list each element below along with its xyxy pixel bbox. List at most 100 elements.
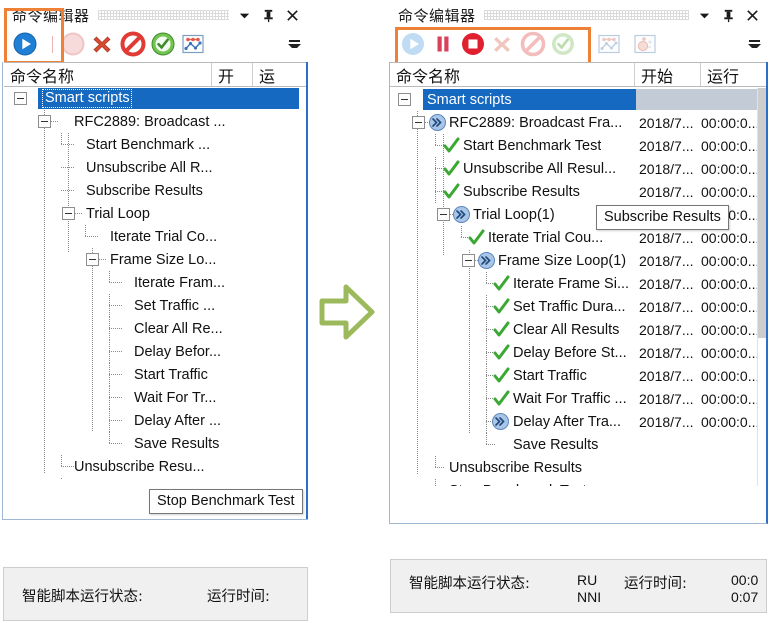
tree-connector [109,386,110,409]
results-button[interactable] [630,29,660,59]
cell-run-time: 00:00:0... [701,414,760,430]
cell-start-time: 2018/7... [639,322,694,338]
dropdown-icon[interactable] [697,8,712,23]
table-row[interactable]: Subscribe Results [5,179,299,202]
toolbar-overflow-button[interactable] [748,40,768,48]
table-row[interactable]: Wait For Traffic ... 2018/7... 00:00:0..… [391,387,766,410]
tree-item-label: Save Results [134,435,220,452]
pause-button[interactable] [428,29,458,59]
column-header-start-time[interactable]: 开 [212,63,253,86]
table-row[interactable]: Frame Size Lo... [5,248,299,271]
column-header-command-name[interactable]: 命令名称 [4,63,212,86]
delete-button[interactable] [88,29,118,59]
dropdown-icon[interactable] [237,8,252,23]
tree-item-label: Iterate Frame Si... [513,275,630,292]
table-row[interactable]: Save Results [391,433,766,456]
table-row[interactable]: Unsubscribe Resu... [5,455,299,478]
table-row[interactable]: Unsubscribe All Resul... 2018/7... 00:00… [391,157,766,180]
expander-icon[interactable] [412,116,425,129]
column-header-run-time[interactable]: 运行 [701,63,768,86]
table-row[interactable]: Stop Benchmark ... [5,478,299,479]
table-row[interactable]: Smart scripts [5,87,299,110]
toolbar-overflow-button[interactable] [288,40,308,48]
table-row[interactable]: Iterate Fram... [5,271,299,294]
table-row[interactable]: Start Traffic 2018/7... 00:00:0... [391,364,766,387]
left-panel-bottom-edge [2,519,308,520]
table-row[interactable]: RFC2889: Broadcast ... [5,110,299,133]
expander-icon[interactable] [14,92,27,105]
table-row[interactable]: Iterate Frame Si... 2018/7... 00:00:0... [391,272,766,295]
tree-connector [461,226,462,238]
expander-icon[interactable] [398,93,411,106]
table-row[interactable]: Unsubscribe Results [391,456,766,479]
column-header-start-time[interactable]: 开始 [635,63,701,86]
tree-item-label: Save Results [513,436,599,453]
close-icon[interactable] [745,8,760,23]
close-icon[interactable] [285,8,300,23]
expander-icon[interactable] [38,115,51,128]
tree-connector [486,444,496,445]
table-row[interactable]: Clear All Re... [5,317,299,340]
tree-item-label: Delay Befor... [134,343,222,360]
expander-icon[interactable] [437,208,450,221]
left-tree[interactable]: Smart scripts RFC2889: Broadcast ... Sta… [5,87,299,479]
toolbar-separator [52,35,53,53]
right-tree[interactable]: Smart scripts RFC2889: Broadcast Fra... … [391,88,766,486]
stop-button[interactable] [458,29,488,59]
table-row[interactable]: Clear All Results 2018/7... 00:00:0... [391,318,766,341]
pause-button[interactable] [58,29,88,59]
expander-icon[interactable] [86,253,99,266]
table-row[interactable]: Iterate Trial Co... [5,225,299,248]
cell-run-time: 00:00:0... [701,184,760,200]
table-row[interactable]: Frame Size Loop(1) 2018/7... 00:00:0... [391,249,766,272]
table-row[interactable]: Start Benchmark ... [5,133,299,156]
table-row[interactable]: Smart scripts [391,88,766,111]
tree-item-label: Iterate Fram... [134,274,226,291]
validate-button[interactable] [548,29,578,59]
table-row[interactable]: RFC2889: Broadcast Fra... 2018/7... 00:0… [391,111,766,134]
tree-connector [61,478,62,479]
tree-connector [61,133,62,145]
run-button[interactable] [398,29,428,59]
run-button[interactable] [10,29,40,59]
validate-button[interactable] [148,29,178,59]
cell-start-time: 2018/7... [639,299,694,315]
topology-button[interactable] [594,29,624,59]
table-row[interactable]: Unsubscribe All R... [5,156,299,179]
left-panel-right-edge [306,62,308,520]
table-row[interactable]: Start Benchmark Test 2018/7... 00:00:0..… [391,134,766,157]
tree-item-label: Subscribe Results [86,182,203,199]
pin-icon[interactable] [721,8,736,23]
completed-status-icon [468,229,485,245]
table-row[interactable]: Save Results [5,432,299,455]
disable-button[interactable] [118,29,148,59]
pin-icon[interactable] [261,8,276,23]
disable-button[interactable] [518,29,548,59]
column-header-run-time[interactable]: 运 [253,63,298,86]
tree-connector [435,134,436,146]
delete-button[interactable] [488,29,518,59]
running-status-icon [492,413,509,430]
table-row[interactable]: Delay Before St... 2018/7... 00:00:0... [391,341,766,364]
completed-status-icon [493,275,510,291]
cell-run-time: 00:00:0... [701,138,760,154]
table-row[interactable]: Delay After Tra... 2018/7... 00:00:0... [391,410,766,433]
table-row[interactable]: Stop Benchmark Test [391,479,766,486]
table-row[interactable]: Start Traffic [5,363,299,386]
table-row[interactable]: Wait For Tr... [5,386,299,409]
table-row[interactable]: Delay After ... [5,409,299,432]
right-title-grip [483,10,689,20]
column-header-command-name[interactable]: 命令名称 [390,63,635,86]
table-row[interactable]: Delay Befor... [5,340,299,363]
tree-connector [61,167,75,168]
table-row[interactable]: Trial Loop [5,202,299,225]
table-row[interactable]: Set Traffic ... [5,294,299,317]
table-row[interactable]: Set Traffic Dura... 2018/7... 00:00:0... [391,295,766,318]
tree-item-label: Delay After Tra... [513,413,621,430]
table-row[interactable]: Subscribe Results 2018/7... 00:00:0... [391,180,766,203]
tree-connector [61,144,75,145]
expander-icon[interactable] [62,207,75,220]
expander-icon[interactable] [462,254,475,267]
topology-button[interactable] [178,29,208,59]
tree-item-label: Clear All Re... [134,320,223,337]
